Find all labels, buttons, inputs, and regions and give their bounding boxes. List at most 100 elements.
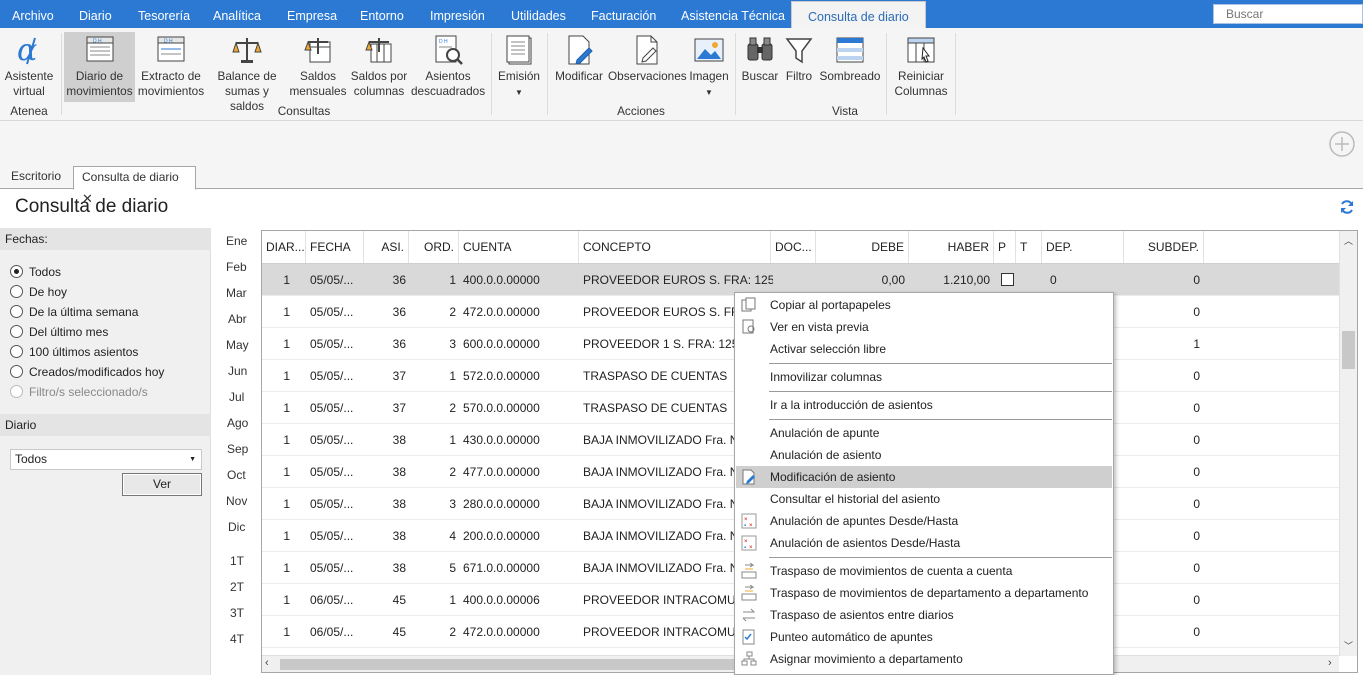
menu-item-consultar-el-historial-del-asiento[interactable]: Consultar el historial del asiento <box>736 488 1112 510</box>
menu-facturacion[interactable]: Facturación <box>591 0 656 28</box>
menu-item-punteo-automatico-de-apuntes[interactable]: Punteo automático de apuntes <box>736 626 1112 648</box>
menu-empresa[interactable]: Empresa <box>287 0 337 28</box>
column-header-doc[interactable]: DOC... <box>771 231 816 263</box>
radio-todos[interactable]: Todos <box>10 265 61 279</box>
ver-button[interactable]: Ver <box>122 473 202 496</box>
emision-button[interactable]: Emisión ▼ <box>495 30 543 100</box>
quarter-4t[interactable]: 4T <box>230 632 244 646</box>
menu-item-anulacion-de-apunte[interactable]: Anulación de apunte <box>736 422 1112 444</box>
menu-item-anulacion-de-asiento[interactable]: Anulación de asiento <box>736 444 1112 466</box>
modificar-button[interactable]: Modificar <box>551 30 607 84</box>
menu-item-anulacion-de-asientos-desde-hasta[interactable]: × × ▪ Anulación de asientos Desde/Hasta <box>736 532 1112 554</box>
column-header-diario[interactable]: DIAR... <box>262 231 306 263</box>
tab-consulta-de-diario[interactable]: Consulta de diario ✕ <box>73 166 196 206</box>
ribbon-separator <box>61 33 62 115</box>
scroll-left-icon[interactable]: ‹ <box>265 657 269 669</box>
radio-creados-modificados[interactable]: Creados/modificados hoy <box>10 365 164 379</box>
balance-sumas-saldos-button[interactable]: Balance de sumas y saldos <box>207 30 287 114</box>
transfer-icon <box>741 585 757 601</box>
radio-100-ultimos[interactable]: 100 últimos asientos <box>10 345 138 359</box>
observaciones-button[interactable]: Observaciones <box>608 30 687 84</box>
radio-ultima-semana[interactable]: De la última semana <box>10 305 138 319</box>
saldos-por-columnas-button[interactable]: Saldos por columnas <box>349 30 409 99</box>
extracto-de-movimientos-button[interactable]: D H Extracto de movimientos <box>137 30 205 99</box>
cell-fecha: 05/05/... <box>310 433 354 447</box>
menu-entorno[interactable]: Entorno <box>360 0 404 28</box>
quarter-2t[interactable]: 2T <box>230 580 244 594</box>
check-list-icon <box>742 629 755 645</box>
menu-tesoreria[interactable]: Tesorería <box>138 0 190 28</box>
month-jun[interactable]: Jun <box>228 364 247 378</box>
column-header-p[interactable]: P <box>994 231 1016 263</box>
tab-escritorio[interactable]: Escritorio <box>3 166 69 189</box>
radio-icon <box>10 365 23 378</box>
month-jul[interactable]: Jul <box>229 390 244 404</box>
scroll-down-icon[interactable]: ﹀ <box>1344 639 1353 652</box>
menu-item-copiar-al-portapapeles[interactable]: Copiar al portapapeles <box>736 294 1112 316</box>
menu-utilidades[interactable]: Utilidades <box>511 0 566 28</box>
imagen-button[interactable]: Imagen ▼ <box>688 30 730 100</box>
vertical-scroll-thumb[interactable] <box>1342 331 1355 369</box>
month-oct[interactable]: Oct <box>227 468 246 482</box>
quarter-1t[interactable]: 1T <box>230 554 244 568</box>
menu-consulta-de-diario[interactable]: Consulta de diario <box>791 1 926 28</box>
search-input[interactable]: Buscar <box>1213 4 1363 24</box>
saldos-mensuales-button[interactable]: Saldos mensuales <box>289 30 347 99</box>
menu-item-activar-seleccion-libre[interactable]: Activar selección libre <box>736 338 1112 360</box>
asistente-virtual-button[interactable]: α Asistente virtual <box>3 30 55 99</box>
menu-item-modificacion-de-asiento[interactable]: Modificación de asiento <box>736 466 1112 488</box>
column-header-debe[interactable]: DEBE <box>816 231 909 263</box>
month-abr[interactable]: Abr <box>228 312 247 326</box>
scroll-up-icon[interactable]: ︿ <box>1344 234 1353 247</box>
diario-select[interactable]: Todos ▼ <box>10 449 202 470</box>
column-header-t[interactable]: T <box>1016 231 1042 263</box>
menu-item-label: Activar selección libre <box>770 342 887 356</box>
menu-item-traspaso-de-movimientos-de-departamento-a-departamento[interactable]: Traspaso de movimientos de departamento … <box>736 582 1112 604</box>
month-feb[interactable]: Feb <box>226 260 247 274</box>
sombreado-button[interactable]: Sombreado <box>818 30 882 84</box>
menu-item-inmovilizar-columnas[interactable]: Inmovilizar columnas <box>736 366 1112 388</box>
radio-de-hoy[interactable]: De hoy <box>10 285 67 299</box>
column-header-haber[interactable]: HABER <box>909 231 994 263</box>
month-nov[interactable]: Nov <box>226 494 247 508</box>
buscar-button[interactable]: Buscar <box>740 30 780 84</box>
cell-cuenta: 430.0.0.00000 <box>463 433 540 447</box>
column-header-fecha[interactable]: FECHA <box>306 231 364 263</box>
menu-archivo[interactable]: Archivo <box>12 0 54 28</box>
menu-item-asignar-movimiento-a-departamento[interactable]: Asignar movimiento a departamento <box>736 648 1112 670</box>
column-header-ord[interactable]: ORD. <box>409 231 459 263</box>
month-sep[interactable]: Sep <box>227 442 248 456</box>
month-mar[interactable]: Mar <box>226 286 247 300</box>
radio-ultimo-mes[interactable]: Del último mes <box>10 325 108 339</box>
menu-item-traspaso-de-movimientos-de-cuenta-a-cuenta[interactable]: Traspaso de movimientos de cuenta a cuen… <box>736 560 1112 582</box>
menu-diario[interactable]: Diario <box>79 0 112 28</box>
reiniciar-columnas-button[interactable]: Reiniciar Columnas <box>890 30 952 99</box>
diario-de-movimientos-button[interactable]: D H Diario de movimientos <box>64 32 135 102</box>
column-header-asi[interactable]: ASI. <box>364 231 409 263</box>
add-tab-icon[interactable] <box>1328 130 1356 158</box>
menu-item-anulacion-de-apuntes-desde-hasta[interactable]: × × ▪ Anulación de apuntes Desde/Hasta <box>736 510 1112 532</box>
column-header-cuenta[interactable]: CUENTA <box>459 231 579 263</box>
column-header-subdep[interactable]: SUBDEP. <box>1124 231 1204 263</box>
month-ago[interactable]: Ago <box>227 416 248 430</box>
month-dic[interactable]: Dic <box>228 520 245 534</box>
column-header-concepto[interactable]: CONCEPTO <box>579 231 771 263</box>
month-may[interactable]: May <box>226 338 249 352</box>
month-ene[interactable]: Ene <box>226 234 247 248</box>
menu-item-traspaso-de-asientos-entre-diarios[interactable]: Traspaso de asientos entre diarios <box>736 604 1112 626</box>
menu-item-ver-en-vista-previa[interactable]: Ver en vista previa <box>736 316 1112 338</box>
menu-item-ir-a-la-introduccion-de-asientos[interactable]: Ir a la introducción de asientos <box>736 394 1112 416</box>
column-header-dep[interactable]: DEP. <box>1042 231 1124 263</box>
menu-impresion[interactable]: Impresión <box>430 0 485 28</box>
filtro-button[interactable]: Filtro <box>782 30 816 84</box>
horizontal-scroll-thumb[interactable] <box>280 659 740 670</box>
punteo-checkbox[interactable] <box>1001 273 1014 286</box>
refresh-icon[interactable] <box>1339 199 1355 215</box>
asientos-descuadrados-button[interactable]: D H Asientos descuadrados <box>411 30 485 99</box>
vertical-scrollbar[interactable]: ︿ ﹀ <box>1339 231 1357 656</box>
menu-separator <box>769 391 1112 392</box>
quarter-3t[interactable]: 3T <box>230 606 244 620</box>
menu-asistencia-tecnica[interactable]: Asistencia Técnica <box>681 0 785 28</box>
menu-analitica[interactable]: Analítica <box>213 0 261 28</box>
scroll-right-icon[interactable]: › <box>1328 657 1332 669</box>
